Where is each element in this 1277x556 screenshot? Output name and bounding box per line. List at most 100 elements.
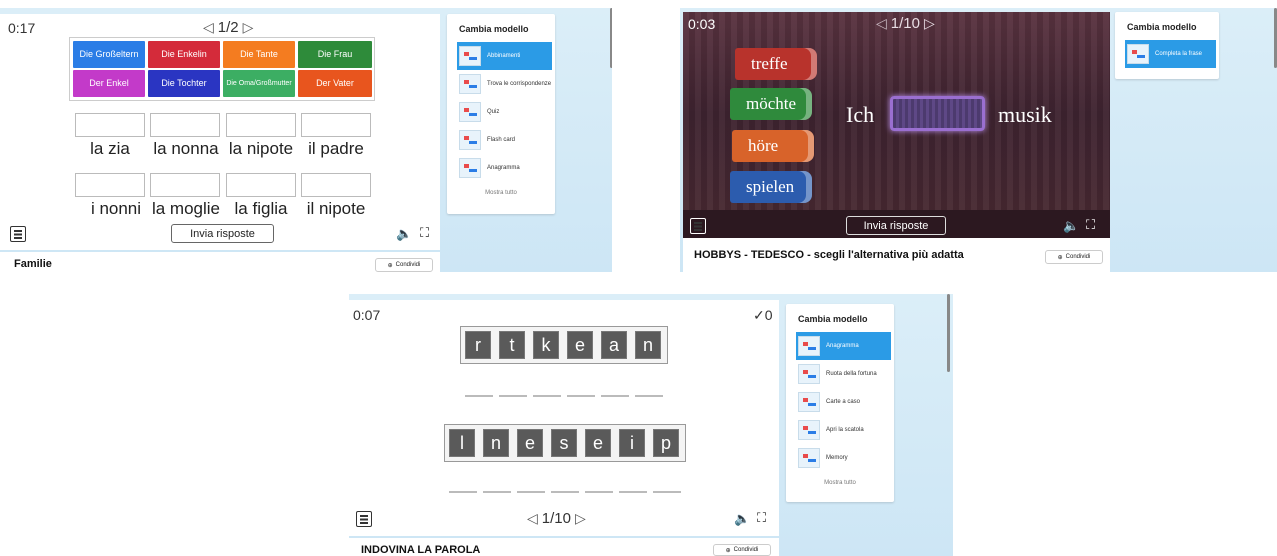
share-button[interactable]: ⊕ Condividi <box>713 544 771 556</box>
letter-slot <box>585 491 613 493</box>
fullscreen-icon[interactable]: ⛶ <box>757 510 766 526</box>
share-button[interactable]: ⊕ Condividi <box>375 258 433 272</box>
menu-icon[interactable] <box>10 226 26 242</box>
tile-die-tante[interactable]: Die Tante <box>223 41 295 68</box>
timer: 0:07 <box>353 307 381 323</box>
sidebar-heading: Cambia modello <box>1127 22 1197 32</box>
tile-die-tochter[interactable]: Die Tochter <box>148 70 220 97</box>
word-label: il nipote <box>306 199 366 218</box>
next-arrow-icon[interactable]: ▷ <box>924 15 935 32</box>
title-bar <box>0 252 440 272</box>
sidebar-item-apri[interactable]: Apri la scatola <box>796 416 891 444</box>
letter-tile[interactable]: i <box>619 429 645 457</box>
drop-box[interactable] <box>75 113 145 137</box>
letter-tile[interactable]: t <box>499 331 525 359</box>
letter-tile[interactable]: s <box>551 429 577 457</box>
sidebar-item-quiz[interactable]: Quiz <box>457 98 552 126</box>
tile-die-grosseltern[interactable]: Die Großeltern <box>73 41 145 68</box>
letter-slot <box>653 491 681 493</box>
sidebar-item-anagramma[interactable]: Anagramma <box>457 154 552 182</box>
tile-der-vater[interactable]: Der Vater <box>298 70 372 97</box>
menu-icon[interactable] <box>690 218 706 234</box>
sound-icon[interactable]: 🔈 <box>734 511 750 527</box>
sidebar-heading: Cambia modello <box>459 24 529 34</box>
sidebar-item-completa[interactable]: Completa la frase <box>1125 40 1216 68</box>
drop-box[interactable] <box>226 113 296 137</box>
letter-tile[interactable]: e <box>567 331 593 359</box>
drop-box[interactable] <box>150 113 220 137</box>
letter-tile[interactable]: a <box>601 331 627 359</box>
letter-slot <box>635 395 663 397</box>
template-thumbnail-icon <box>459 130 481 150</box>
tile-der-enkel[interactable]: Der Enkel <box>73 70 145 97</box>
template-sidebar: Cambia modello Completa la frase <box>1115 12 1219 79</box>
letter-tile[interactable]: e <box>585 429 611 457</box>
sidebar-item-flash[interactable]: Flash card <box>457 126 552 154</box>
sidebar-item-memory[interactable]: Memory <box>796 444 891 472</box>
drop-box[interactable] <box>226 173 296 197</box>
panel-indovina: 0:07 ✓0 r t k e a n l n e s e i p ◁ 1/10… <box>349 294 953 556</box>
letter-tile[interactable]: p <box>653 429 679 457</box>
letter-tile[interactable]: e <box>517 429 543 457</box>
prev-arrow-icon[interactable]: ◁ <box>203 19 214 36</box>
letter-tile[interactable]: l <box>449 429 475 457</box>
book-option[interactable]: spielen <box>730 171 812 203</box>
prev-arrow-icon[interactable]: ◁ <box>876 15 887 32</box>
prev-arrow-icon[interactable]: ◁ <box>527 510 538 527</box>
letter-slot <box>601 395 629 397</box>
drop-box[interactable] <box>150 173 220 197</box>
letter-slot <box>483 491 511 493</box>
template-thumbnail-icon <box>798 336 820 356</box>
letter-tile[interactable]: k <box>533 331 559 359</box>
sidebar-item-ruota[interactable]: Ruota della fortuna <box>796 360 891 388</box>
submit-button[interactable]: Invia risposte <box>171 224 274 243</box>
globe-icon: ⊕ <box>1057 254 1063 261</box>
drop-box[interactable] <box>301 113 371 137</box>
panel-familie: 0:17 ◁ 1/2 ▷ Die Großeltern Die Enkelin … <box>0 8 612 272</box>
template-sidebar: Cambia modello Abbinamenti Trova le corr… <box>447 14 555 214</box>
next-arrow-icon[interactable]: ▷ <box>575 510 586 527</box>
letter-slot <box>533 395 561 397</box>
sentence-end: musik <box>998 102 1052 127</box>
fullscreen-icon[interactable]: ⛶ <box>1086 217 1095 233</box>
word-label: la figlia <box>234 199 288 218</box>
sound-icon[interactable]: 🔈 <box>1063 218 1079 234</box>
book-option[interactable]: höre <box>732 130 814 162</box>
letter-slot <box>517 491 545 493</box>
letter-tile[interactable]: r <box>465 331 491 359</box>
page-nav: ◁ 1/2 ▷ <box>203 19 253 36</box>
drop-box[interactable] <box>301 173 371 197</box>
letter-tile[interactable]: n <box>483 429 509 457</box>
sidebar-item-trova[interactable]: Trova le corrispondenze <box>457 70 552 98</box>
share-button[interactable]: ⊕ Condividi <box>1045 250 1103 264</box>
tile-die-enkelin[interactable]: Die Enkelin <box>148 41 220 68</box>
template-thumbnail-icon <box>798 420 820 440</box>
word-label: la nipote <box>228 139 294 158</box>
sidebar-heading: Cambia modello <box>798 314 868 324</box>
letter-tile[interactable]: n <box>635 331 661 359</box>
sidebar-item-abbinamenti[interactable]: Abbinamenti <box>457 42 552 70</box>
page-nav: ◁ 1/10 ▷ <box>527 510 586 527</box>
scrollbar[interactable] <box>610 8 612 68</box>
menu-icon[interactable] <box>356 511 372 527</box>
answer-slot[interactable] <box>890 96 985 131</box>
show-all-link[interactable]: Mostra tutto <box>786 480 894 486</box>
sidebar-item-anagramma[interactable]: Anagramma <box>796 332 891 360</box>
word-label: la zia <box>90 139 130 158</box>
sound-icon[interactable]: 🔈 <box>396 226 412 242</box>
tile-die-frau[interactable]: Die Frau <box>298 41 372 68</box>
drop-box[interactable] <box>75 173 145 197</box>
sidebar-item-carte[interactable]: Carte a caso <box>796 388 891 416</box>
page-indicator: 1/10 <box>541 510 571 527</box>
scrollbar[interactable] <box>947 294 950 372</box>
fullscreen-icon[interactable]: ⛶ <box>420 225 429 241</box>
tile-die-oma[interactable]: Die Oma/Großmutter <box>223 70 295 97</box>
template-sidebar: Cambia modello Anagramma Ruota della for… <box>786 304 894 502</box>
book-option[interactable]: treffe <box>735 48 817 80</box>
book-option[interactable]: möchte <box>730 88 812 120</box>
submit-button[interactable]: Invia risposte <box>846 216 946 235</box>
template-thumbnail-icon <box>798 448 820 468</box>
next-arrow-icon[interactable]: ▷ <box>243 19 254 36</box>
letter-slot <box>551 491 579 493</box>
show-all-link[interactable]: Mostra tutto <box>447 190 555 196</box>
